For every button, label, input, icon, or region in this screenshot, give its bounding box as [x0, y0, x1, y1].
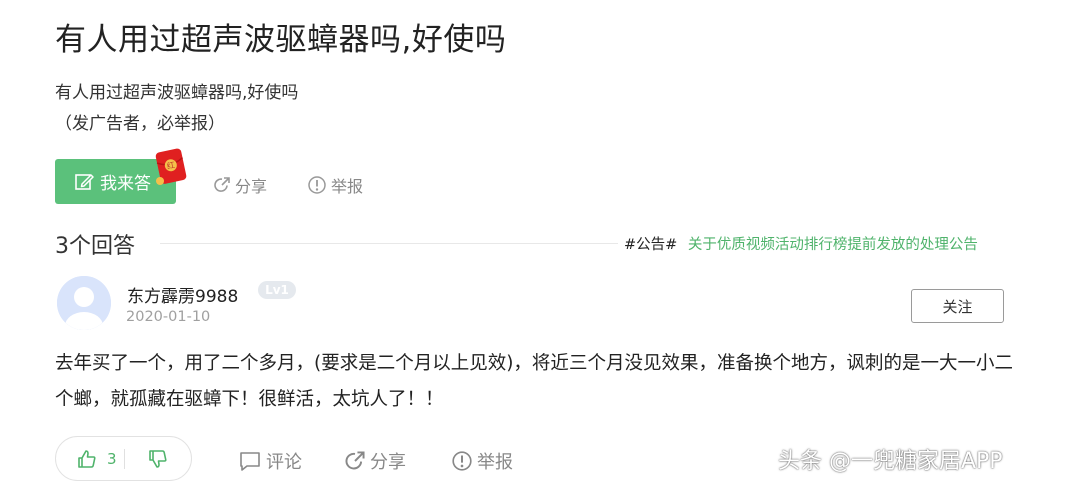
share-answer-label: 分享 — [370, 452, 406, 473]
report-icon — [308, 176, 326, 194]
report-question-label: 举报 — [331, 177, 364, 196]
watermark: 头条 @一兜糖家居APP — [778, 449, 1003, 474]
dislike-button[interactable] — [125, 449, 191, 469]
question-body: 有人用过超声波驱蟑器吗,好使吗 （发广告者，必举报） — [55, 78, 298, 140]
announcement: #公告# 关于优质视频活动排行榜提前发放的处理公告 — [624, 233, 978, 254]
comment-icon — [240, 452, 260, 471]
share-answer-button[interactable]: 分享 — [344, 448, 406, 474]
report-answer-button[interactable]: 举报 — [451, 448, 513, 474]
announcement-link[interactable]: 关于优质视频活动排行榜提前发放的处理公告 — [688, 237, 978, 253]
edit-icon — [75, 173, 94, 190]
share-icon — [345, 451, 365, 470]
avatar[interactable] — [57, 276, 111, 330]
share-question-button[interactable]: 分享 — [213, 173, 267, 197]
comment-button[interactable]: 评论 — [238, 448, 302, 474]
answer-button-label: 我来答 — [100, 174, 151, 194]
share-icon — [214, 177, 230, 192]
level-badge: Lv1 — [258, 281, 296, 299]
answer-count: 3个回答 — [55, 234, 135, 259]
question-body-line: 有人用过超声波驱蟑器吗,好使吗 — [55, 83, 299, 103]
avatar-placeholder — [57, 276, 111, 330]
question-title: 有人用过超声波驱蟑器吗,好使吗 — [55, 22, 507, 58]
report-answer-label: 举报 — [477, 452, 513, 473]
question-body-note: （发广告者，必举报） — [55, 114, 225, 134]
like-button[interactable]: 3 — [56, 449, 124, 469]
answer-author[interactable]: 东方霹雳9988 — [127, 282, 238, 307]
report-icon — [452, 451, 472, 471]
thumbs-up-icon — [78, 449, 96, 468]
thumbs-down-icon — [149, 449, 167, 468]
like-count: 3 — [107, 449, 117, 468]
red-packet-icon: 红 — [155, 148, 187, 185]
comment-label: 评论 — [266, 452, 302, 473]
follow-button[interactable]: 关注 — [911, 289, 1004, 323]
header-divider — [160, 243, 618, 244]
share-question-label: 分享 — [235, 177, 268, 196]
answer-date: 2020-01-10 — [126, 309, 211, 325]
vote-control: 3 — [55, 436, 192, 481]
announcement-tag: #公告# — [624, 237, 678, 253]
report-question-button[interactable]: 举报 — [307, 173, 363, 197]
answer-content: 去年买了一个，用了二个多月，(要求是二个月以上见效)，将近三个月没见效果，准备换… — [55, 353, 1013, 410]
